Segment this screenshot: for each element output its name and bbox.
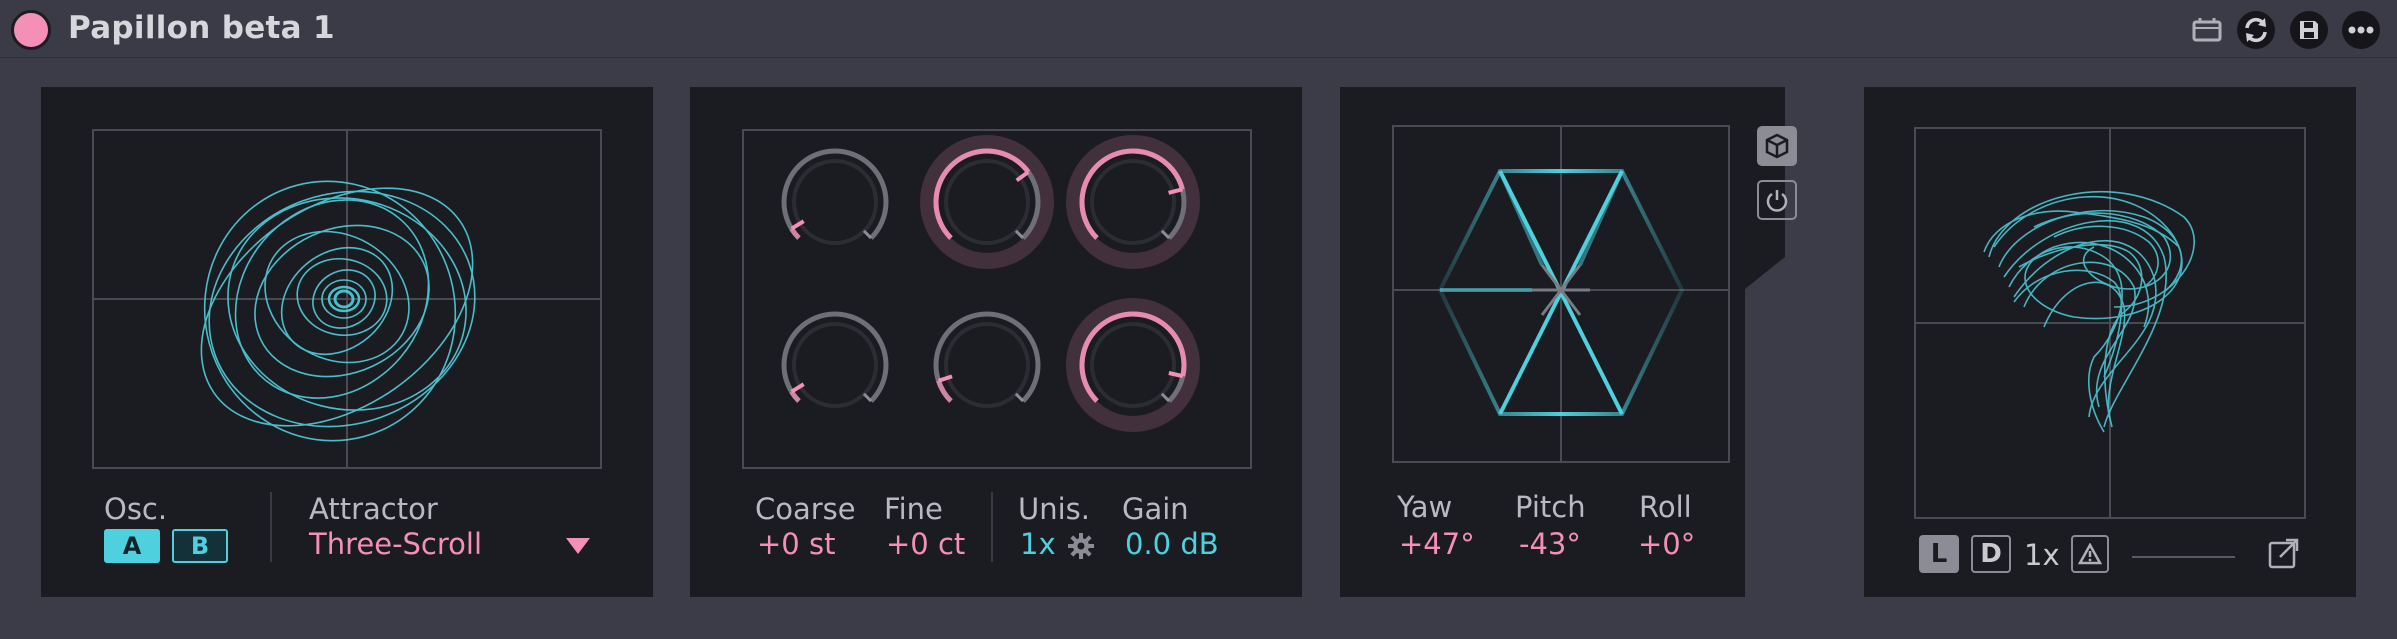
knob-inner-ring: [792, 322, 878, 408]
unison-label: Unis.: [1018, 492, 1090, 526]
unison-settings-icon[interactable]: [1067, 532, 1095, 560]
knob-end-tick: [1014, 392, 1025, 403]
d-button[interactable]: D: [1971, 535, 2011, 573]
knob-end-tick: [1014, 229, 1025, 240]
tuning-knob[interactable]: [920, 135, 1054, 269]
osc-divider: [270, 492, 272, 562]
gain-value[interactable]: 0.0 dB: [1125, 527, 1219, 561]
attractor-dropdown-icon[interactable]: [566, 538, 590, 556]
knob-end-tick: [862, 392, 873, 403]
sync-icon[interactable]: [2237, 11, 2275, 49]
cube-icon[interactable]: [1757, 126, 1797, 166]
device-icon[interactable]: [2188, 11, 2226, 49]
osc-b-button[interactable]: B: [172, 529, 228, 563]
osc-label: Osc.: [104, 492, 168, 526]
knob-end-tick: [862, 229, 873, 240]
knob-inner-ring: [944, 159, 1030, 245]
coarse-value[interactable]: +0 st: [757, 527, 835, 561]
attractor-trace: [200, 180, 476, 442]
knob-end-tick: [1160, 392, 1171, 403]
pitch-value[interactable]: -43°: [1519, 527, 1581, 561]
knob-value-arc: [933, 148, 1031, 240]
knob-grid: [742, 129, 1252, 469]
coarse-label: Coarse: [755, 492, 856, 526]
device-title-bar: Papillon beta 1: [0, 0, 2397, 58]
roll-value[interactable]: +0°: [1638, 527, 1695, 561]
lock-l-button[interactable]: L: [1919, 535, 1959, 573]
yaw-label: Yaw: [1397, 490, 1453, 524]
knob-inner-ring: [944, 322, 1030, 408]
save-icon[interactable]: [2290, 11, 2328, 49]
output-slider[interactable]: [2132, 556, 2235, 558]
tuning-knob[interactable]: [933, 311, 1041, 408]
output-trace: [1983, 190, 2195, 433]
tuning-knob[interactable]: [781, 148, 889, 245]
tuning-divider: [991, 492, 993, 562]
tuning-knob[interactable]: [1066, 135, 1200, 269]
power-icon[interactable]: [1757, 180, 1797, 220]
more-icon[interactable]: [2342, 11, 2380, 49]
unison-value[interactable]: 1x: [1020, 527, 1056, 561]
tuning-knob[interactable]: [1066, 298, 1200, 432]
knob-inner-ring: [792, 159, 878, 245]
yaw-value[interactable]: +47°: [1399, 527, 1475, 561]
gain-label: Gain: [1122, 492, 1189, 526]
fine-label: Fine: [884, 492, 943, 526]
knob-end-tick: [1160, 229, 1171, 240]
attractor-display: [92, 129, 602, 469]
rotation-display: [1392, 125, 1730, 463]
device-power-button[interactable]: [11, 10, 51, 50]
osc-a-button[interactable]: A: [104, 529, 160, 563]
attractor-select[interactable]: Three-Scroll: [309, 527, 482, 561]
output-scope: [1914, 127, 2306, 519]
knob-inner-ring: [1090, 322, 1176, 408]
pitch-label: Pitch: [1515, 490, 1586, 524]
external-link-icon[interactable]: [2264, 533, 2304, 573]
fine-value[interactable]: +0 ct: [886, 527, 965, 561]
attractor-label: Attractor: [309, 492, 438, 526]
zoom-value[interactable]: 1x: [2024, 538, 2060, 572]
knob-inner-ring: [1090, 159, 1176, 245]
roll-label: Roll: [1639, 490, 1692, 524]
tuning-knob[interactable]: [781, 311, 889, 408]
warning-icon[interactable]: [2071, 535, 2109, 573]
device-title: Papillon beta 1: [68, 10, 335, 46]
